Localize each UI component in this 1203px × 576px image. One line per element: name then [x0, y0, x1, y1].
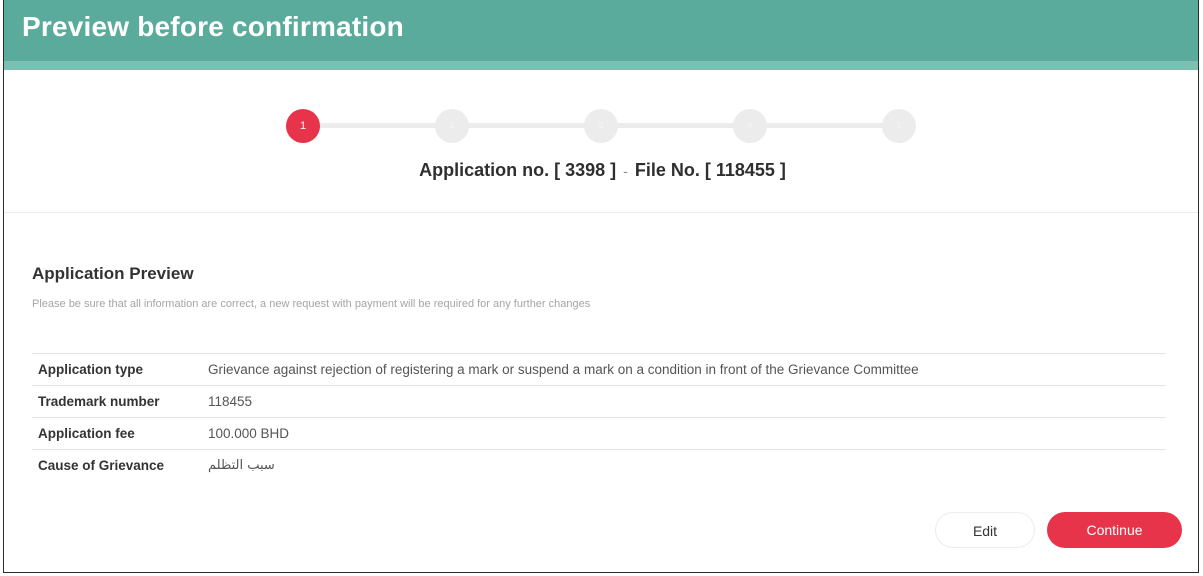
row-value: Grievance against rejection of registeri…: [208, 362, 919, 377]
step-2: 2: [435, 109, 469, 143]
row-label: Trademark number: [38, 394, 160, 409]
table-row: Cause of Grievance سبب التظلم: [32, 449, 1166, 481]
application-number: Application no. [ 3398 ]: [419, 160, 617, 180]
step-5: 5: [882, 109, 916, 143]
application-separator: -: [623, 163, 628, 179]
row-label: Application type: [38, 362, 144, 377]
file-number: File No. [ 118455 ]: [634, 160, 786, 180]
edit-button[interactable]: Edit: [935, 512, 1035, 548]
section-divider: [4, 212, 1198, 213]
page-title: Preview before confirmation: [22, 11, 404, 42]
table-row: Trademark number 118455: [32, 385, 1166, 417]
step-4: 4: [733, 109, 767, 143]
row-label: Cause of Grievance: [38, 458, 165, 473]
continue-button[interactable]: Continue: [1047, 512, 1182, 548]
row-value: 100.000 BHD: [208, 426, 290, 441]
row-value: 118455: [208, 394, 253, 409]
progress-stepper: 1 2 3 4 5: [286, 109, 916, 143]
table-row: Application type Grievance against rejec…: [32, 353, 1166, 385]
row-value: سبب التظلم: [208, 458, 275, 473]
preview-table: Application type Grievance against rejec…: [32, 353, 1166, 481]
table-row: Application fee 100.000 BHD: [32, 417, 1166, 449]
step-3: 3: [584, 109, 618, 143]
section-title: Application Preview: [32, 264, 194, 283]
application-number-line: Application no. [ 3398 ] - File No. [ 11…: [4, 160, 1198, 181]
page-header: Preview before confirmation: [4, 0, 1198, 61]
preview-page: Preview before confirmation 1 2 3 4 5 Ap…: [3, 0, 1199, 573]
header-accent-strip: [4, 61, 1198, 70]
step-1: 1: [286, 109, 320, 143]
section-note: Please be sure that all information are …: [32, 298, 591, 310]
row-label: Application fee: [38, 426, 135, 441]
